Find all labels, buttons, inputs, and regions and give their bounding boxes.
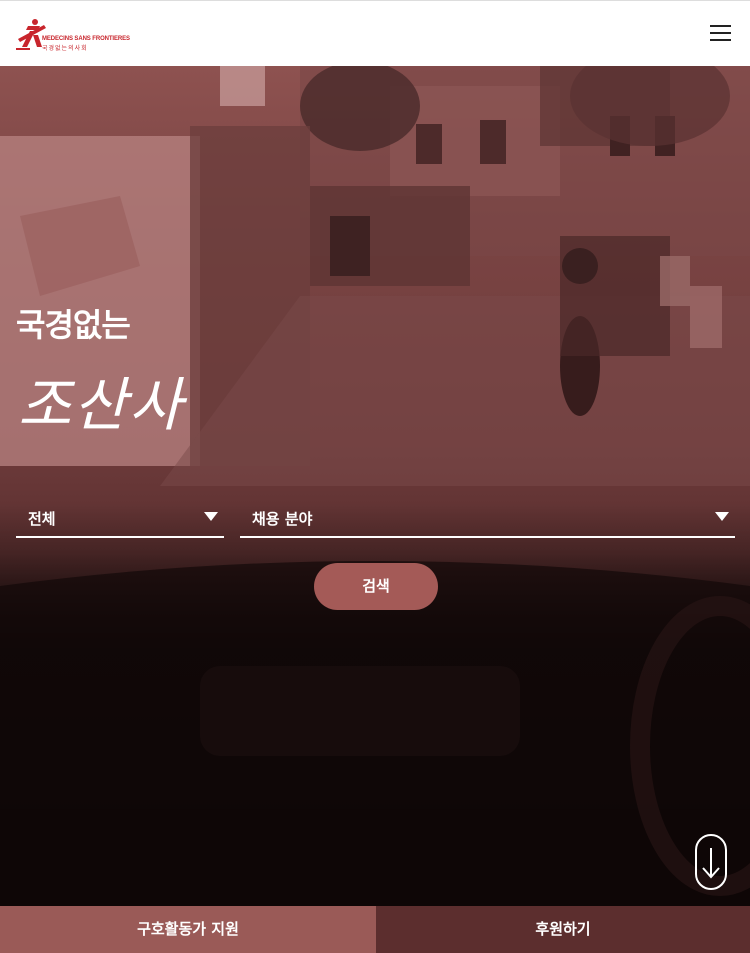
donate-button[interactable]: 후원하기 — [376, 906, 750, 953]
scroll-down-button[interactable] — [695, 834, 727, 890]
job-field-select-value: 채용 분야 — [252, 510, 313, 528]
logo-name-english: MEDECINS SANS FRONTIERES — [42, 36, 130, 42]
hero-background-photo — [0, 66, 750, 906]
bottom-action-bar: 구호활동가 지원 후원하기 — [0, 906, 750, 953]
logo-name-korean: 국경없는의사회 — [42, 45, 88, 52]
hero-subtitle: 조산사 — [18, 371, 185, 439]
site-header: MEDECINS SANS FRONTIERES 국경없는의사회 — [0, 0, 750, 66]
caret-down-icon — [204, 512, 218, 521]
volunteer-apply-button[interactable]: 구호활동가 지원 — [0, 906, 376, 953]
msf-logo[interactable]: MEDECINS SANS FRONTIERES 국경없는의사회 — [14, 17, 130, 53]
region-select[interactable]: 전체 — [16, 498, 224, 538]
job-field-select[interactable]: 채용 분야 — [240, 498, 735, 538]
region-select-value: 전체 — [28, 510, 56, 528]
caret-down-icon — [715, 512, 729, 521]
hamburger-menu-icon[interactable] — [710, 25, 734, 45]
hero-title: 국경없는 — [16, 306, 131, 344]
search-button[interactable]: 검색 — [314, 563, 438, 610]
hero-section: 국경없는 조산사 전체 채용 분야 검색 — [0, 66, 750, 906]
arrow-down-icon — [702, 848, 720, 879]
